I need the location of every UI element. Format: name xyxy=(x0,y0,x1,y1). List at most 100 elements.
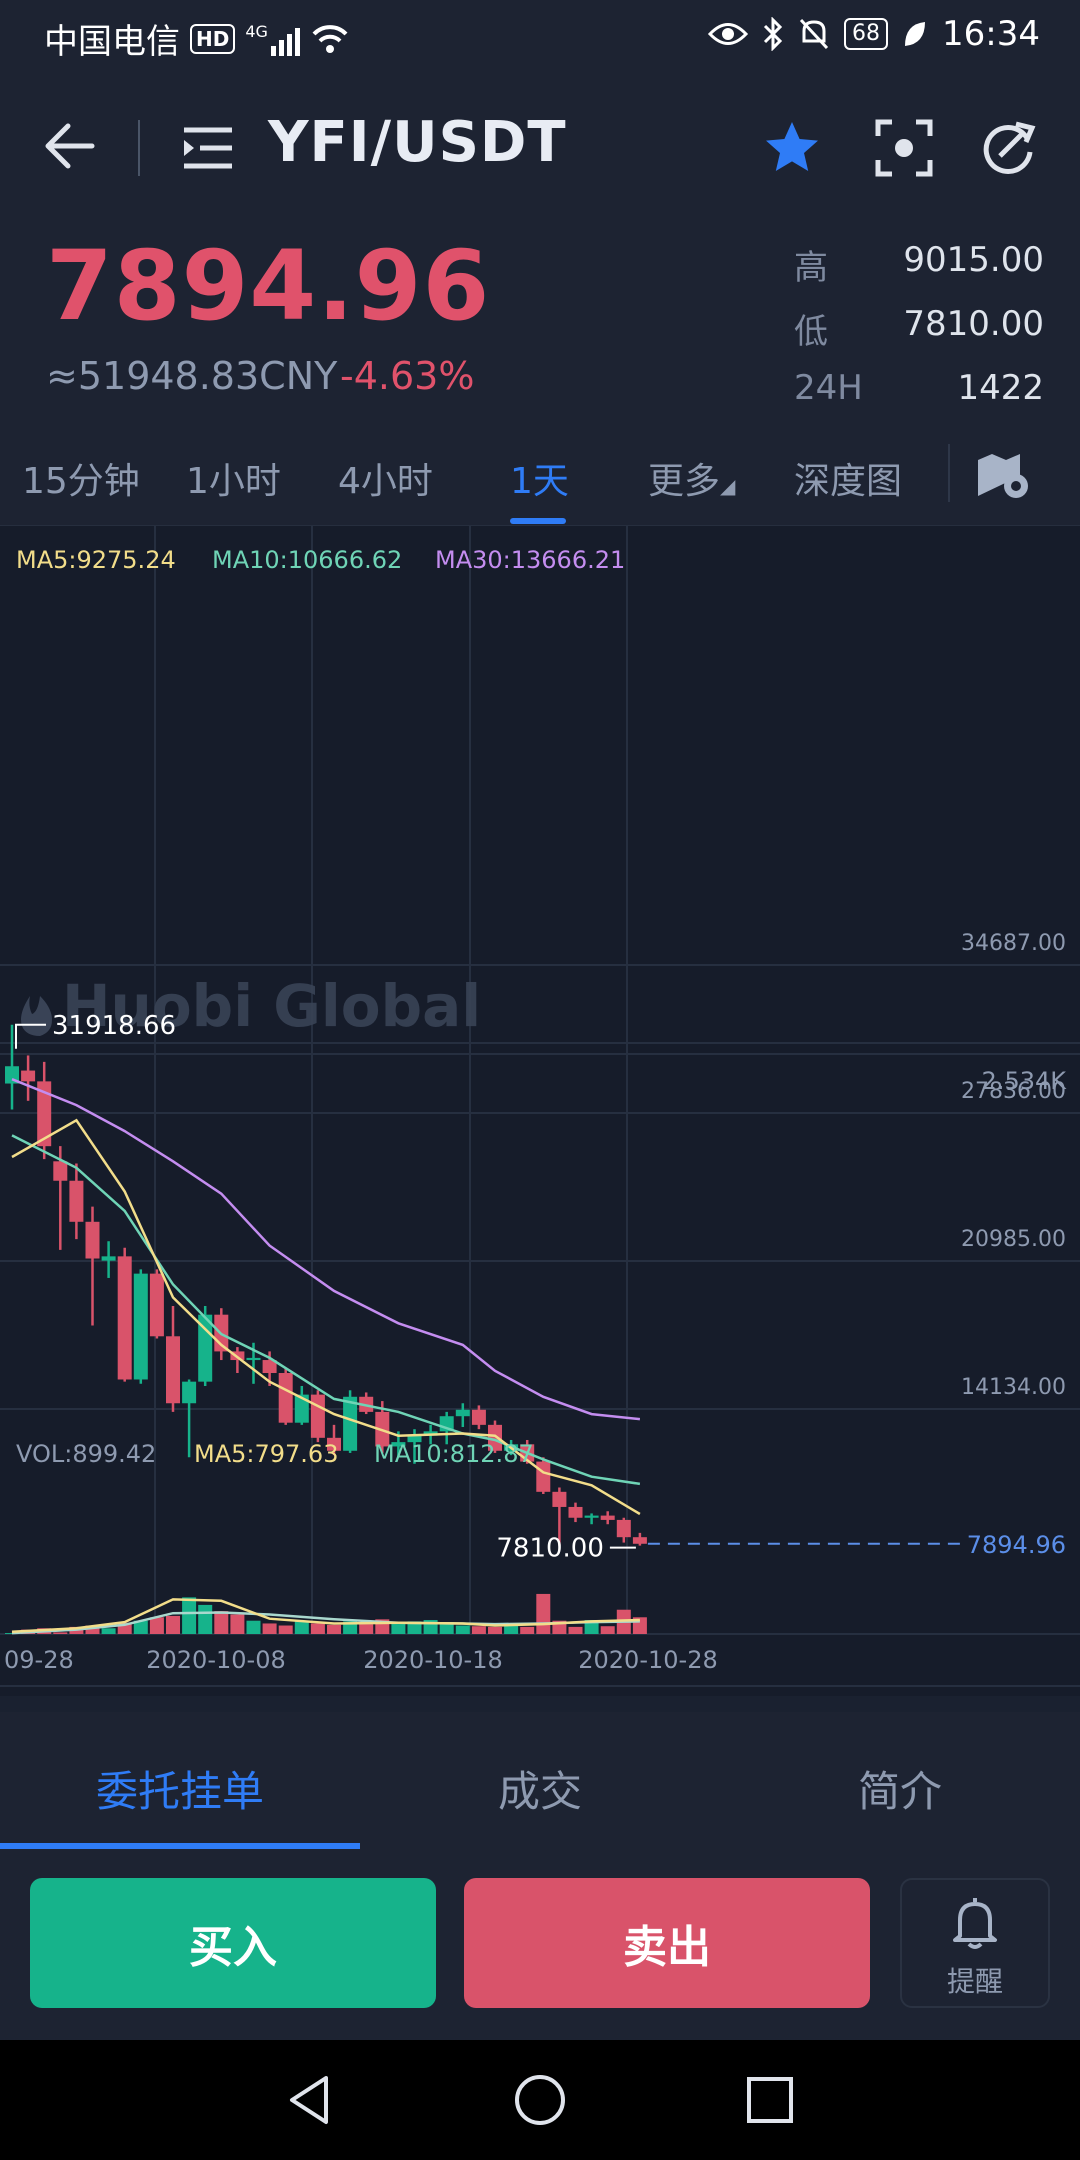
volume-bar xyxy=(600,1626,615,1634)
cny-price: ≈51948.83CNY xyxy=(46,354,338,398)
trading-pair-title[interactable]: YFI/USDT xyxy=(268,110,567,175)
battery-icon: 68 xyxy=(844,18,889,50)
ma10-legend: MA10:10666.62 xyxy=(212,546,403,574)
volume-bar xyxy=(294,1621,309,1634)
candle-body xyxy=(117,1256,132,1380)
carrier-name: 中国电信 xyxy=(44,22,180,62)
candle-body xyxy=(101,1256,116,1261)
volume-bar xyxy=(53,1632,68,1634)
volume-bar xyxy=(455,1625,470,1634)
candle-body xyxy=(455,1409,470,1417)
back-triangle-icon[interactable] xyxy=(282,2072,338,2128)
buy-button[interactable]: 买入 xyxy=(30,1878,436,2008)
ma30-legend: MA30:13666.21 xyxy=(435,546,626,574)
header-divider xyxy=(138,120,140,176)
volume-bar xyxy=(101,1628,116,1634)
status-right: 68 16:34 xyxy=(708,14,1040,54)
vol-ma5-legend: MA5:797.63 xyxy=(194,1440,339,1468)
volume-bar xyxy=(471,1626,486,1634)
high-marker-label: 31918.66 xyxy=(52,1011,176,1041)
candle-body xyxy=(85,1221,100,1259)
volume-bar xyxy=(520,1626,535,1634)
favorite-star-icon[interactable] xyxy=(762,118,822,178)
tab-1h[interactable]: 1小时 xyxy=(186,452,281,504)
kline-chart[interactable]: 34687.00 27836.00 20985.00 14134.00 Huobi Gl… xyxy=(0,526,1080,1696)
stat-high-label: 高 xyxy=(794,248,828,288)
x-axis-label: 2020-10-28 xyxy=(578,1646,717,1674)
tab-more[interactable]: 更多◢ xyxy=(648,452,735,504)
tab-more-label: 更多 xyxy=(648,461,721,502)
hd-badge: HD xyxy=(190,23,236,54)
volume-bar xyxy=(310,1623,325,1634)
tab-open-orders[interactable]: 委托挂单 xyxy=(96,1758,264,1819)
candle-body xyxy=(568,1506,583,1518)
chart-settings-icon[interactable] xyxy=(974,446,1034,502)
tab-intro[interactable]: 简介 xyxy=(858,1758,942,1819)
refresh-icon[interactable] xyxy=(978,118,1038,178)
volume-bar xyxy=(166,1615,180,1634)
volume-bar xyxy=(246,1620,261,1634)
volume-bar xyxy=(278,1625,293,1634)
kline-svg: 34687.0027836.0020985.0014134.00Huobi Gl… xyxy=(0,526,1080,1687)
candle-body xyxy=(600,1515,615,1520)
volume-bar xyxy=(214,1611,229,1634)
tab-1d[interactable]: 1天 xyxy=(510,452,569,504)
stat-low-value: 7810.00 xyxy=(903,304,1044,344)
candle-body xyxy=(69,1180,84,1222)
tab-trades[interactable]: 成交 xyxy=(498,1758,582,1819)
clock: 16:34 xyxy=(942,14,1040,54)
leaf-icon xyxy=(905,22,926,46)
stat-24h: 24H 1422 xyxy=(794,368,1044,408)
y-tick-label: 20985.00 xyxy=(961,1227,1066,1252)
x-axis-label: 2020-10-08 xyxy=(146,1646,285,1674)
tab-4h[interactable]: 4小时 xyxy=(338,452,433,504)
last-price: 7894.96 xyxy=(46,230,491,342)
detail-tab-indicator xyxy=(0,1843,360,1849)
candle-body xyxy=(632,1537,647,1544)
screenshot-icon[interactable] xyxy=(874,118,934,178)
price-summary: 7894.96 ≈51948.83CNY -4.63% 高 9015.00 低 … xyxy=(0,220,1080,440)
system-nav-bar xyxy=(0,2040,1080,2160)
recents-square-icon[interactable] xyxy=(742,2072,798,2128)
y-tick-label: 34687.00 xyxy=(961,931,1066,956)
low-marker-label: 7810.00 xyxy=(496,1534,604,1564)
candle-body xyxy=(536,1461,551,1492)
status-left: 中国电信 HD 4G xyxy=(44,14,350,63)
eye-icon xyxy=(708,23,749,45)
tab-depth[interactable]: 深度图 xyxy=(794,452,902,504)
candle-body xyxy=(133,1273,148,1380)
candle-body xyxy=(552,1491,567,1507)
volume-bar xyxy=(391,1623,406,1634)
tab-15m[interactable]: 15分钟 xyxy=(22,452,140,504)
caret-down-icon: ◢ xyxy=(720,474,736,498)
candle-body xyxy=(149,1273,164,1337)
candle-body xyxy=(616,1519,631,1538)
volume-bar xyxy=(182,1597,197,1634)
ma10-line xyxy=(11,1134,641,1486)
detail-tabs: 委托挂单 成交 简介 xyxy=(0,1712,1080,1850)
home-circle-icon[interactable] xyxy=(512,2072,568,2128)
volume-bar xyxy=(488,1626,502,1634)
back-arrow-icon[interactable] xyxy=(40,116,100,176)
volume-bar xyxy=(230,1614,245,1634)
current-price-label: 7894.96 xyxy=(967,1531,1066,1559)
ma30-line xyxy=(11,1078,641,1421)
network-type: 4G xyxy=(245,21,268,41)
pair-list-icon[interactable] xyxy=(180,118,236,178)
sell-button[interactable]: 卖出 xyxy=(464,1878,870,2008)
interval-tabs: 15分钟 1小时 4小时 1天 更多◢ 深度图 xyxy=(0,440,1080,526)
active-tab-indicator xyxy=(510,518,566,524)
bluetooth-icon xyxy=(763,17,783,51)
volume-bar xyxy=(536,1593,551,1634)
candle-body xyxy=(21,1070,36,1082)
app-header: YFI/USDT xyxy=(0,80,1080,220)
candle-body xyxy=(53,1161,68,1181)
candle-body xyxy=(182,1381,197,1404)
volume-axis-label: 2.534K xyxy=(982,1067,1068,1095)
stat-24h-value: 1422 xyxy=(957,368,1044,408)
signal-icon: 4G xyxy=(245,22,300,56)
x-axis-label: 09-28 xyxy=(4,1646,74,1674)
candle-body xyxy=(584,1515,599,1518)
price-alert-button[interactable]: 提醒 xyxy=(900,1878,1050,2008)
volume-bar xyxy=(359,1624,374,1634)
